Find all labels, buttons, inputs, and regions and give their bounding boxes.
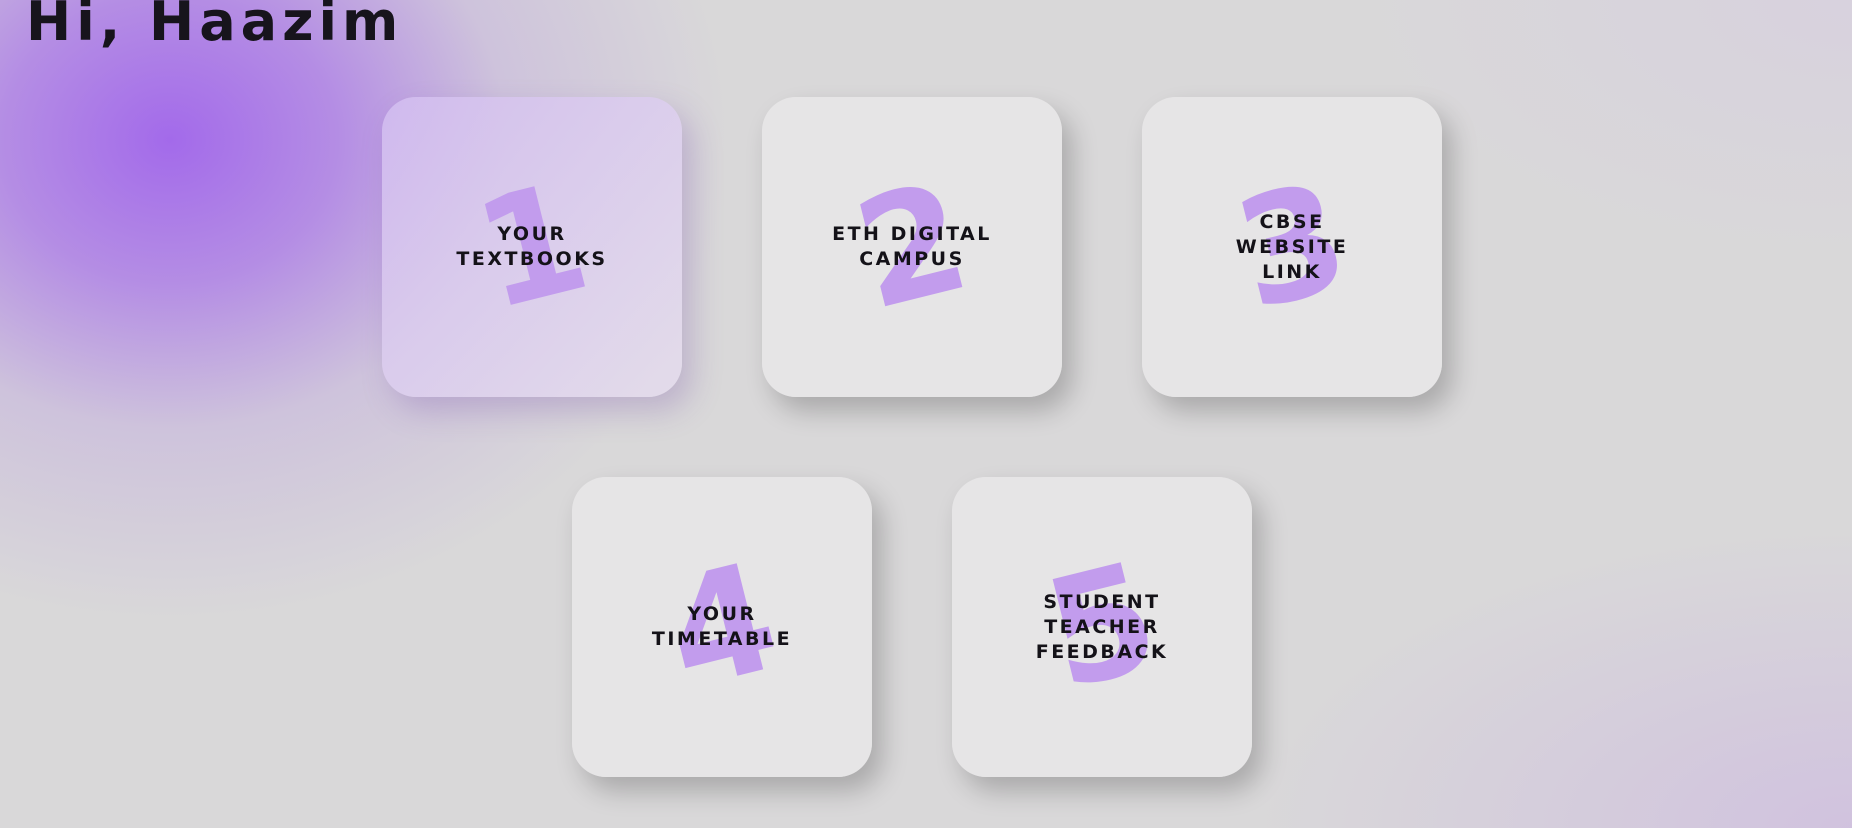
greeting-title: Hi, Haazim [26, 0, 404, 53]
card-label: ETH DIGITAL CAMPUS [832, 223, 992, 270]
card-eth-digital-campus[interactable]: 2 ETH DIGITAL CAMPUS [762, 97, 1062, 397]
card-your-timetable[interactable]: 4 YOUR TIMETABLE [572, 477, 872, 777]
card-student-teacher-feedback[interactable]: 5 STUDENT TEACHER FEEDBACK [952, 477, 1252, 777]
card-label: STUDENT TEACHER FEEDBACK [1035, 590, 1169, 663]
card-label: CBSE WEBSITE LINK [1235, 210, 1349, 283]
card-label: YOUR TIMETABLE [651, 603, 793, 650]
card-your-textbooks[interactable]: 1 YOUR TEXTBOOKS [382, 97, 682, 397]
card-label: YOUR TEXTBOOKS [456, 223, 608, 270]
card-cbse-website-link[interactable]: 3 CBSE WEBSITE LINK [1142, 97, 1442, 397]
